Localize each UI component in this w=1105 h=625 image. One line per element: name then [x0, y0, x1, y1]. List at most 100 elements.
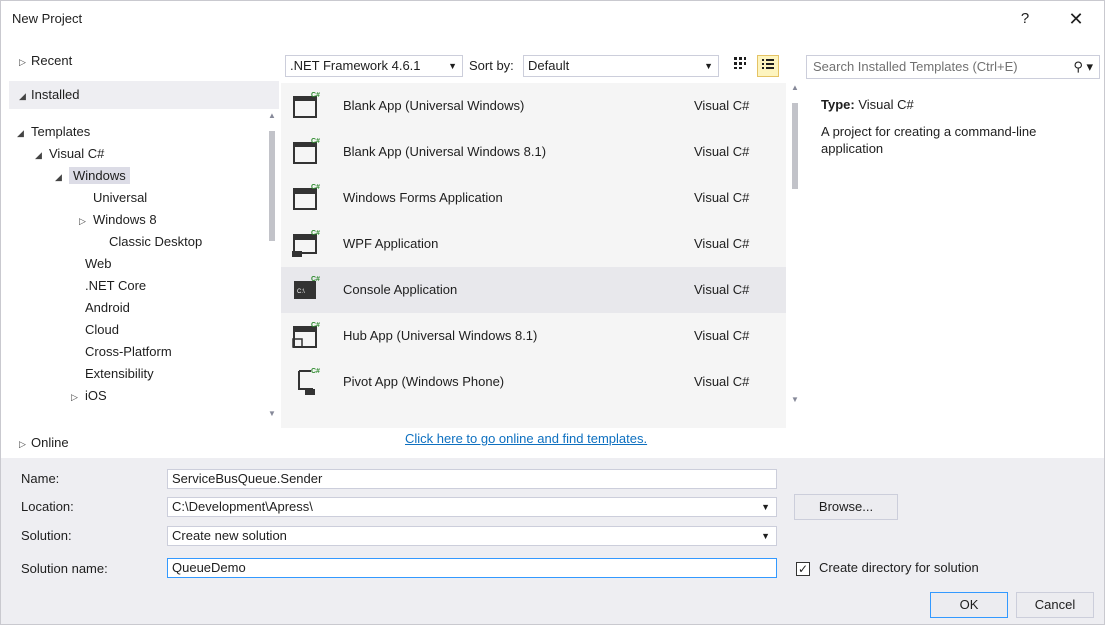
find-online-templates-link[interactable]: Click here to go online and find templat… — [405, 431, 647, 446]
checkmark-icon: ✓ — [797, 562, 809, 576]
template-row[interactable]: C:\ C# Console Application Visual C# — [281, 267, 786, 313]
chevron-down-icon: ▼ — [704, 61, 713, 71]
cancel-button[interactable]: Cancel — [1016, 592, 1094, 618]
sort-label: Sort by: — [469, 58, 514, 73]
solution-dropdown[interactable]: Create new solution ▼ — [167, 526, 777, 546]
search-icon[interactable]: ⚲ ▾ — [1073, 56, 1093, 78]
svg-text:C#: C# — [311, 184, 320, 191]
template-row[interactable]: C# Blank App (Universal Windows 8.1) Vis… — [281, 129, 786, 175]
new-project-dialog: New Project ? ✕ ▷ Recent ◢ Installed ◢ Temp… — [0, 0, 1105, 625]
template-name: Windows Forms Application — [343, 190, 503, 205]
template-toolbar: .NET Framework 4.6.1 ▼ Sort by: Default ▼ — [285, 55, 785, 79]
name-label: Name: — [21, 471, 60, 486]
online-node[interactable]: ▷ Online — [9, 429, 279, 457]
pivot-app-icon: C# — [298, 368, 320, 395]
template-name: Blank App (Universal Windows 8.1) — [343, 144, 547, 159]
collapse-icon: ◢ — [17, 128, 24, 138]
svg-text:C#: C# — [311, 368, 320, 375]
template-language: Visual C# — [694, 190, 750, 205]
tree-item-extensibility[interactable]: Extensibility — [85, 363, 154, 385]
tree-item-windows-8[interactable]: ▷ Windows 8 — [79, 209, 157, 231]
template-language: Visual C# — [694, 328, 750, 343]
create-directory-label[interactable]: Create directory for solution — [819, 560, 979, 575]
svg-text:C#: C# — [311, 276, 320, 283]
name-field[interactable]: ServiceBusQueue.Sender — [167, 469, 777, 489]
expand-icon: ▷ — [19, 439, 26, 449]
dialog-title: New Project — [12, 11, 83, 26]
tree-item-templates[interactable]: ◢ Templates — [17, 121, 90, 143]
browse-button[interactable]: Browse... — [794, 494, 898, 520]
type-label: Type: — [821, 97, 855, 112]
chevron-down-icon: ▼ — [761, 502, 770, 512]
create-directory-checkbox[interactable]: ✓ — [796, 562, 810, 576]
template-scroll-thumb[interactable] — [792, 103, 798, 189]
list-icon — [762, 59, 774, 69]
hub-app-icon: C# — [292, 322, 320, 348]
tree-item-ios[interactable]: ▷ iOS — [71, 385, 107, 407]
template-description: A project for creating a command-line ap… — [821, 124, 1037, 156]
template-row[interactable]: C# Hub App (Universal Windows 8.1) Visua… — [281, 313, 786, 359]
tree-scrollbar[interactable]: ▲ ▼ — [267, 111, 277, 423]
template-name: Console Application — [343, 282, 458, 297]
template-language: Visual C# — [694, 236, 750, 251]
tree-item-windows[interactable]: ◢ Windows — [55, 165, 130, 187]
template-row[interactable]: C# WPF Application Visual C# — [281, 221, 786, 267]
tree-scroll-thumb[interactable] — [269, 131, 275, 241]
template-language: Visual C# — [694, 282, 750, 297]
close-button[interactable]: ✕ — [1063, 6, 1089, 32]
template-name: WPF Application — [343, 236, 439, 251]
template-name: Pivot App (Windows Phone) — [343, 374, 505, 389]
grid-icon — [734, 57, 746, 69]
tree-item-android[interactable]: Android — [85, 297, 130, 319]
framework-dropdown[interactable]: .NET Framework 4.6.1 ▼ — [285, 55, 463, 77]
project-settings-form: Name: ServiceBusQueue.Sender Location: C… — [1, 458, 1104, 624]
solution-name-field[interactable]: QueueDemo — [167, 558, 777, 578]
windows-forms-icon: C# — [293, 184, 320, 210]
expand-icon: ▷ — [19, 57, 26, 67]
blank-app-icon: C# — [293, 138, 320, 164]
svg-text:C:\: C:\ — [297, 289, 305, 295]
svg-text:C#: C# — [311, 322, 320, 329]
solution-label: Solution: — [21, 528, 72, 543]
scroll-up-icon[interactable]: ▲ — [267, 111, 277, 120]
tree-item-web[interactable]: Web — [85, 253, 112, 275]
tree-item-net-core[interactable]: .NET Core — [85, 275, 146, 297]
expand-icon: ▷ — [79, 216, 86, 226]
tree-item-universal[interactable]: Universal — [93, 187, 147, 209]
recent-node[interactable]: ▷ Recent — [9, 47, 279, 75]
template-row[interactable]: C# Pivot App (Windows Phone) Visual C# — [281, 359, 786, 405]
scroll-up-icon[interactable]: ▲ — [790, 83, 800, 92]
title-bar: New Project ? ✕ — [1, 1, 1104, 37]
template-list-scrollbar[interactable]: ▲ ▼ — [790, 83, 800, 413]
list-view-button[interactable] — [757, 55, 779, 77]
template-category-panel: ▷ Recent ◢ Installed ◢ Templates ◢ Visual C#… — [9, 47, 279, 457]
scroll-down-icon[interactable]: ▼ — [267, 409, 277, 418]
tree-item-classic-desktop[interactable]: Classic Desktop — [109, 231, 202, 253]
scroll-down-icon[interactable]: ▼ — [790, 395, 800, 404]
template-row[interactable]: C# Blank App (Universal Windows) Visual … — [281, 83, 786, 129]
category-tree: ◢ Templates ◢ Visual C# ◢ Windows Universal… — [9, 117, 267, 425]
template-list: C# Blank App (Universal Windows) Visual … — [281, 83, 786, 428]
svg-text:C#: C# — [311, 138, 320, 145]
collapse-icon: ◢ — [35, 150, 42, 160]
tree-item-visual-csharp[interactable]: ◢ Visual C# — [35, 143, 104, 165]
chevron-down-icon: ▼ — [761, 531, 770, 541]
sort-dropdown[interactable]: Default ▼ — [523, 55, 719, 77]
installed-label: Installed — [31, 87, 80, 102]
online-label: Online — [31, 435, 69, 450]
location-field[interactable]: C:\Development\Apress\ ▼ — [167, 497, 777, 517]
installed-node[interactable]: ◢ Installed — [9, 81, 279, 109]
template-name: Hub App (Universal Windows 8.1) — [343, 328, 538, 343]
template-row[interactable]: C# Windows Forms Application Visual C# — [281, 175, 786, 221]
ok-button[interactable]: OK — [930, 592, 1008, 618]
collapse-icon: ◢ — [19, 91, 26, 101]
template-language: Visual C# — [694, 98, 750, 113]
svg-text:C#: C# — [311, 92, 320, 99]
tree-item-cloud[interactable]: Cloud — [85, 319, 119, 341]
expand-icon: ▷ — [71, 392, 78, 402]
help-button[interactable]: ? — [1013, 7, 1037, 31]
search-templates-input[interactable]: Search Installed Templates (Ctrl+E) ⚲ ▾ — [806, 55, 1100, 79]
tree-item-cross-platform[interactable]: Cross-Platform — [85, 341, 172, 363]
collapse-icon: ◢ — [55, 172, 62, 182]
small-icons-view-button[interactable] — [729, 55, 751, 77]
